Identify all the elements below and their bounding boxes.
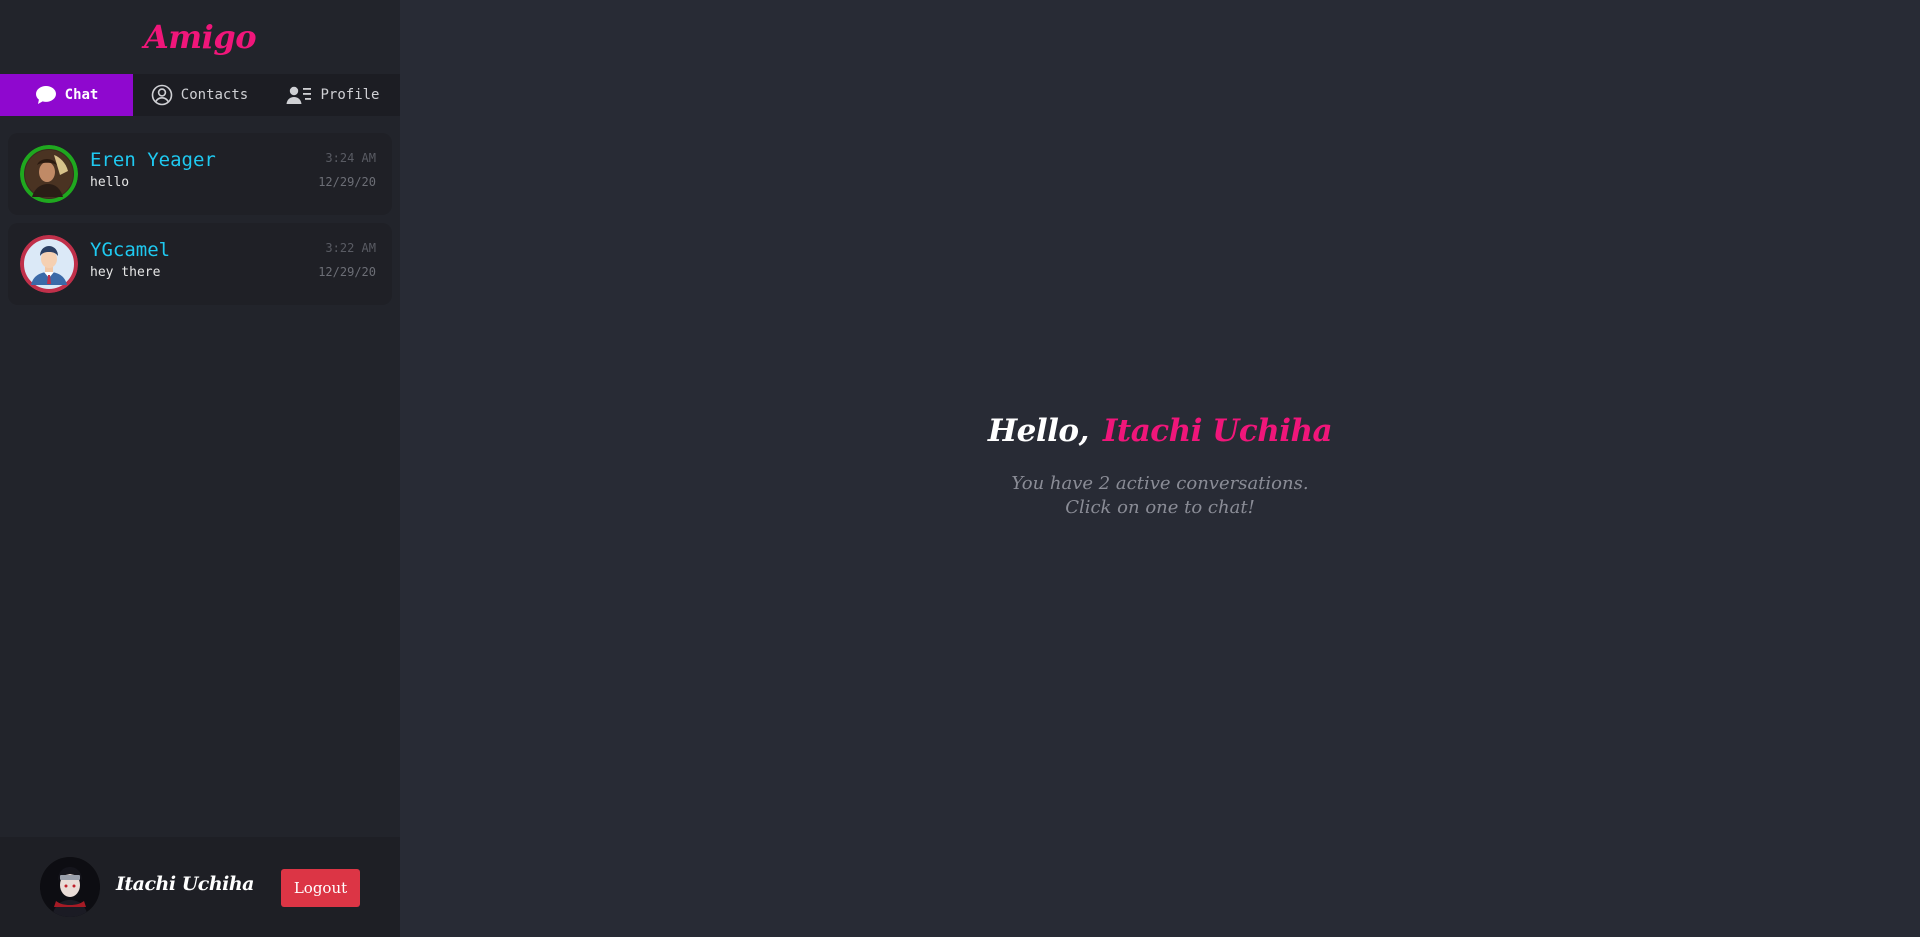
chat-item-ygcamel[interactable]: YGcamel hey there 3:22 AM 12/29/20 [8,223,392,305]
tab-contacts-label: Contacts [180,87,249,103]
chat-item-eren-yeager[interactable]: Eren Yeager hello 3:24 AM 12/29/20 [8,133,392,215]
tab-profile-label: Profile [320,87,380,103]
greeting-user-name: Itachi Uchiha [1102,413,1333,449]
chat-contact-name: Eren Yeager [90,149,216,171]
welcome-line-1: You have 2 active conversations. [1011,473,1309,494]
tab-contacts[interactable]: Contacts [133,74,266,116]
tab-profile[interactable]: Profile [266,74,400,116]
tab-chat[interactable]: Chat [0,74,133,116]
chat-date: 12/29/20 [318,265,376,279]
chat-time: 3:22 AM [325,241,376,255]
chat-last-message: hello [90,175,130,190]
chat-time: 3:24 AM [325,151,376,165]
app-brand: Amigo [143,18,257,56]
current-user-bar: Itachi Uchiha Logout [0,837,400,937]
businessman-avatar [20,235,78,293]
chat-contact-name: YGcamel [90,239,171,261]
eren-avatar [20,145,78,203]
chat-list: Eren Yeager hello 3:24 AM 12/29/20 YGcam… [8,133,392,313]
welcome-line-2: Click on one to chat! [1065,497,1255,518]
main-panel: Hello, Itachi Uchiha You have 2 active co… [400,0,1920,937]
logout-button[interactable]: Logout [281,869,360,907]
chat-bubble-icon [35,85,57,105]
user-circle-icon [151,84,173,106]
welcome-subtext: You have 2 active conversations. Click o… [400,472,1920,520]
user-name: Itachi Uchiha [116,873,255,895]
welcome-greeting: Hello, Itachi Uchiha [400,413,1920,449]
tab-chat-label: Chat [64,87,99,103]
nav-tabs: Chat Contacts Profile [0,74,400,116]
user-avatar[interactable] [40,857,100,917]
chat-date: 12/29/20 [318,175,376,189]
profile-card-icon [286,85,312,105]
greeting-hello: Hello, [987,413,1090,449]
sidebar: Amigo Chat Contacts Profile Eren Yeager … [0,0,400,937]
chat-last-message: hey there [90,265,161,280]
